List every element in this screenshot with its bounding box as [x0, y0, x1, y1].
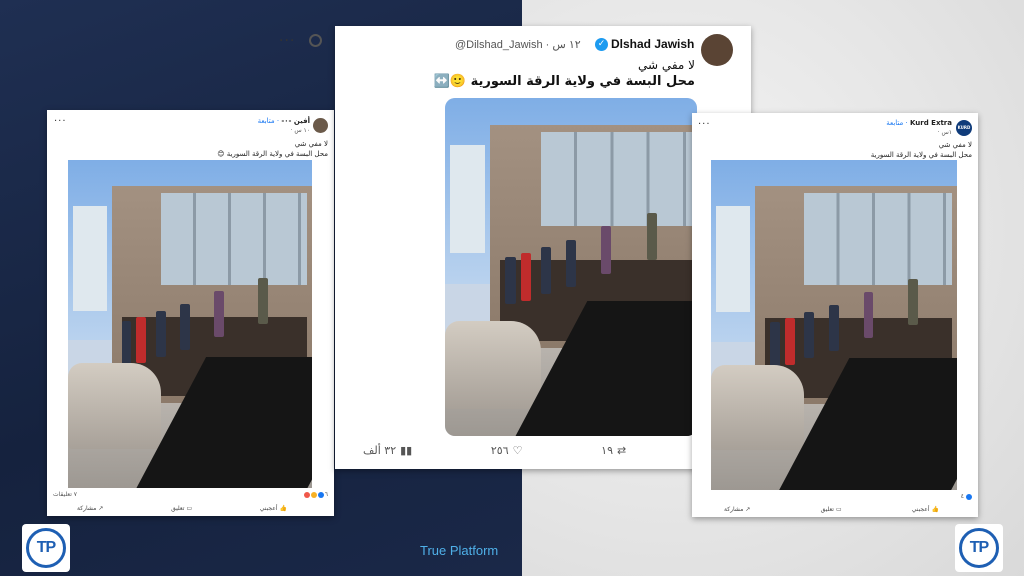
true-platform-logo-left: TP	[22, 524, 70, 572]
more-options-icon[interactable]: ···	[698, 119, 711, 130]
retweet-icon: ⇄	[616, 444, 627, 457]
left-facebook-post: ··· أفين -٠- · متابعة ١٠ س · لا مفي شي م…	[47, 110, 334, 516]
haha-icon	[310, 491, 317, 498]
post-text-line1: لا مفي شي	[294, 140, 328, 148]
true-platform-logo-right: TP	[955, 524, 1003, 572]
share-icon: ↗	[745, 506, 751, 513]
like-button[interactable]: ٢٥٦ ♡	[491, 444, 523, 457]
tweet-card: ··· Dlshad Jawish ✓ @Dilshad_Jawish · ١٢…	[279, 26, 751, 469]
follow-link[interactable]: · متابعة	[258, 117, 280, 125]
more-options-icon[interactable]: ···	[279, 33, 295, 49]
retweet-button[interactable]: ١٩ ⇄	[601, 444, 626, 457]
reaction-icons[interactable]: ٦	[303, 491, 328, 498]
share-icon: ↗	[98, 505, 104, 512]
footer-brand-text: True Platform	[420, 543, 499, 558]
logo-ring-icon: TP	[959, 528, 999, 568]
like-button[interactable]: أعجبني 👍	[912, 506, 939, 513]
heart-icon: ♡	[512, 444, 523, 457]
comment-button[interactable]: تعليق ▭	[171, 505, 192, 512]
more-options-icon[interactable]: ···	[54, 116, 67, 127]
post-text-line2: محل البسة في ولاية الرقة السورية 😊	[217, 150, 328, 158]
page-avatar[interactable]: KURD	[956, 120, 972, 136]
logo-ring-icon: TP	[26, 528, 66, 568]
share-button[interactable]: مشاركة ↗	[77, 505, 103, 512]
grok-icon[interactable]	[309, 34, 322, 47]
action-bar: مشاركة ↗ تعليق ▭ أعجبني 👍	[77, 505, 287, 512]
post-text-line2: محل البسة في ولاية الرقة السورية	[870, 151, 972, 159]
action-bar: مشاركة ↗ تعليق ▭ أعجبني 👍	[724, 506, 939, 513]
post-photo[interactable]	[68, 160, 312, 488]
reactions-row: ٧ تعليقات ٦	[53, 491, 328, 501]
like-icon	[317, 491, 324, 498]
views-chart-icon: ▮▮	[400, 444, 413, 457]
avatar[interactable]	[313, 118, 328, 133]
comment-button[interactable]: تعليق ▭	[821, 506, 842, 513]
tweet-text-line1: لا مفي شي	[637, 58, 695, 72]
tweet-handle[interactable]: @Dilshad_Jawish · ١٢ س	[455, 38, 581, 51]
post-author: Kurd Extra · متابعة	[802, 119, 952, 127]
share-button[interactable]: مشاركة ↗	[724, 506, 750, 513]
thumb-icon: 👍	[279, 505, 287, 512]
comments-count[interactable]: ٧ تعليقات	[53, 491, 77, 498]
like-button[interactable]: أعجبني 👍	[260, 505, 287, 512]
follow-link[interactable]: · متابعة	[886, 119, 908, 127]
reaction-count: ٦	[324, 491, 328, 498]
tweet-author-name[interactable]: Dlshad Jawish	[611, 37, 694, 51]
reaction-count[interactable]: ٤	[961, 493, 964, 500]
post-text-line1: لا مفي شي	[938, 141, 972, 149]
avatar[interactable]	[701, 34, 733, 66]
post-time: ١س ·	[937, 129, 952, 136]
love-icon	[303, 491, 310, 498]
author-name[interactable]: Kurd Extra	[910, 119, 952, 127]
tweet-action-bar: ٣٢ ألف▮▮ ٢٥٦♡ ١٩⇄ ٣٩◯	[363, 444, 733, 457]
tweet-photo[interactable]	[445, 98, 697, 436]
right-facebook-post: ··· KURD Kurd Extra · متابعة ١س · لا مفي…	[692, 113, 978, 517]
reactions-row: ٤	[961, 493, 972, 500]
comment-icon: ▭	[835, 506, 842, 513]
post-time: ١٠ س ·	[290, 127, 311, 134]
thumb-icon: 👍	[931, 506, 939, 513]
like-icon	[966, 493, 972, 500]
comment-icon: ▭	[186, 505, 193, 512]
post-photo[interactable]	[711, 160, 957, 490]
author-name[interactable]: أفين -٠-	[281, 117, 310, 125]
post-author: أفين -٠- · متابعة	[160, 117, 310, 125]
tweet-text-line2: محل البسة في ولاية الرقة السورية 🙂↔️	[433, 74, 695, 89]
views-button[interactable]: ٣٢ ألف ▮▮	[363, 444, 412, 457]
verified-badge-icon: ✓	[595, 38, 608, 51]
